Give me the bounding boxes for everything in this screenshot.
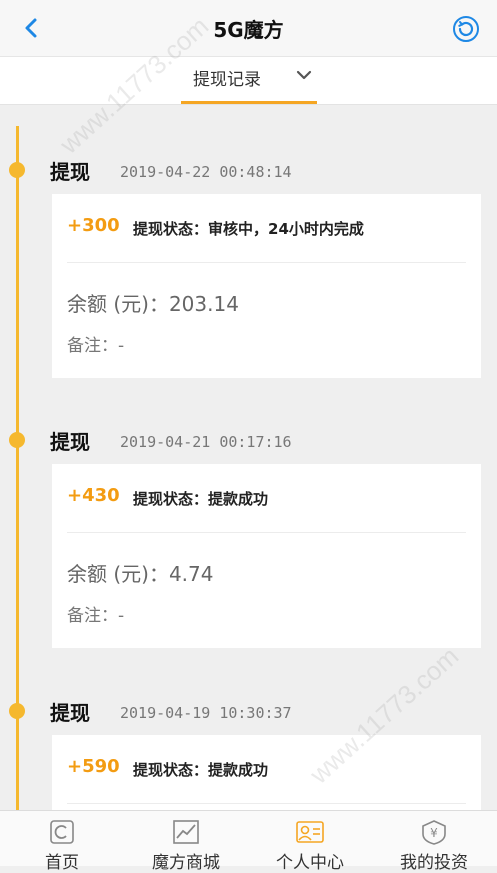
home-icon [50, 820, 74, 844]
divider [67, 532, 466, 533]
refresh-button[interactable] [451, 14, 481, 44]
chevron-down-icon [296, 70, 312, 80]
entry-time: 2019-04-19 10:30:37 [120, 704, 292, 722]
withdrawal-card[interactable]: +300 提现状态：审核中，24小时内完成 余额 (元)：203.14 备注：- [52, 194, 481, 378]
status-text: 提现状态：提款成功 [133, 761, 269, 779]
filter-bar: 提现记录 [0, 57, 497, 105]
balance: 余额 (元)：4.74 [67, 562, 214, 586]
note: 备注：- [67, 336, 125, 356]
timeline-line [16, 126, 19, 826]
bottom-nav: 首页 魔方商城 个人中心 ¥ 我的投资 [0, 810, 497, 873]
chart-icon [173, 820, 199, 844]
nav-home[interactable]: 首页 [0, 811, 124, 873]
amount: +430 [67, 485, 120, 506]
app-header: 5G魔方 [0, 0, 497, 57]
nav-label: 我的投资 [400, 853, 468, 873]
balance: 余额 (元)：203.14 [67, 292, 239, 316]
timeline-dot [9, 703, 25, 719]
nav-label: 魔方商城 [152, 853, 220, 873]
dropdown-label: 提现记录 [193, 70, 261, 90]
divider [67, 803, 466, 804]
entry-title: 提现 [50, 160, 90, 184]
nav-investment[interactable]: ¥ 我的投资 [372, 811, 496, 873]
amount: +590 [67, 756, 120, 777]
entry-time: 2019-04-22 00:48:14 [120, 163, 292, 181]
refresh-icon [453, 16, 479, 42]
timeline-dot [9, 162, 25, 178]
withdrawal-card[interactable]: +590 提现状态：提款成功 [52, 735, 481, 810]
record-type-dropdown[interactable]: 提现记录 [181, 57, 317, 104]
nav-label: 个人中心 [276, 853, 344, 873]
nav-profile[interactable]: 个人中心 [248, 811, 372, 873]
page-title: 5G魔方 [213, 18, 284, 42]
nav-mall[interactable]: 魔方商城 [124, 811, 248, 873]
withdrawal-card[interactable]: +430 提现状态：提款成功 余额 (元)：4.74 备注：- [52, 464, 481, 648]
status-text: 提现状态：提款成功 [133, 490, 269, 508]
svg-text:¥: ¥ [430, 826, 438, 840]
note: 备注：- [67, 606, 125, 626]
profile-icon [296, 821, 324, 843]
nav-label: 首页 [45, 853, 79, 873]
entry-title: 提现 [50, 430, 90, 454]
yen-icon: ¥ [422, 820, 446, 845]
entry-title: 提现 [50, 701, 90, 725]
status-text: 提现状态：审核中，24小时内完成 [133, 220, 364, 238]
entry-time: 2019-04-21 00:17:16 [120, 433, 292, 451]
divider [67, 262, 466, 263]
amount: +300 [67, 215, 120, 236]
timeline-dot [9, 432, 25, 448]
